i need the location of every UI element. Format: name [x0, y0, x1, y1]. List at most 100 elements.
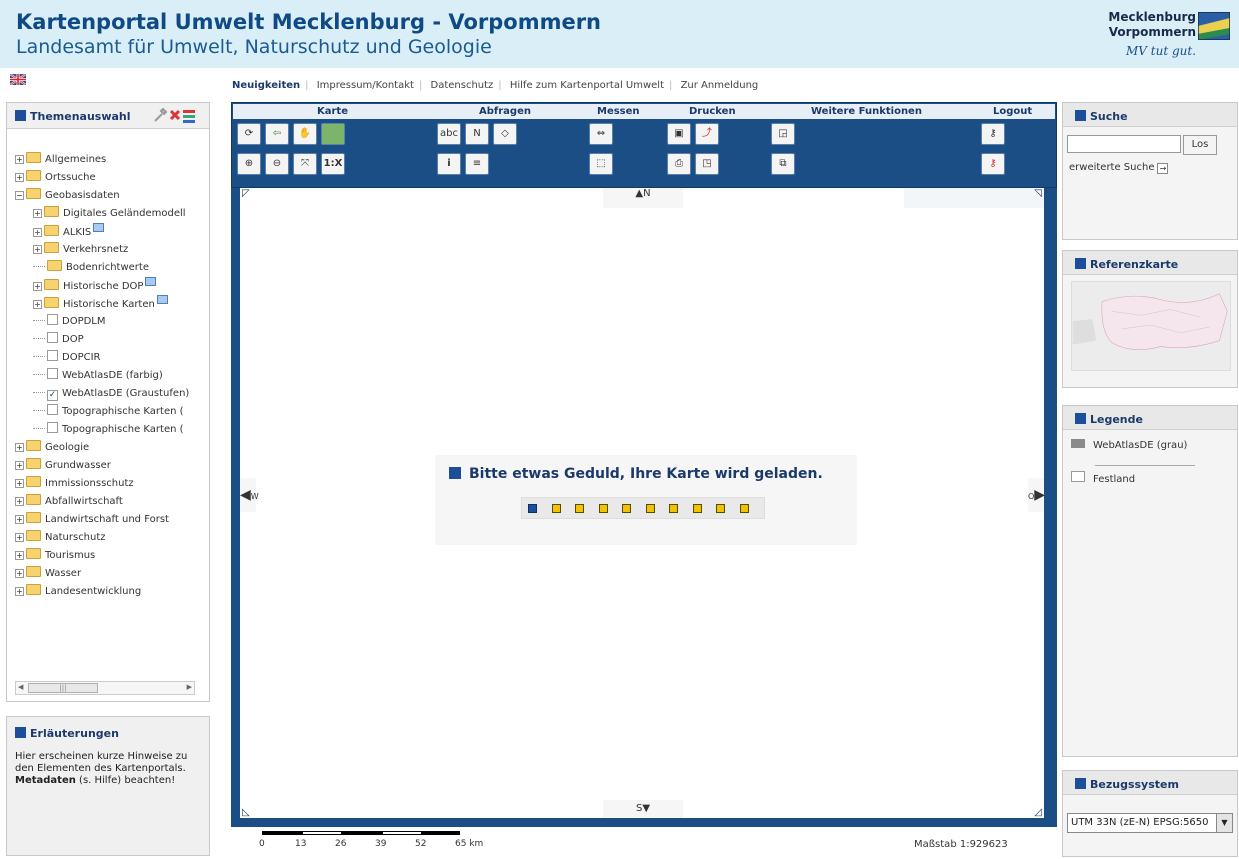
measure-distance-icon[interactable]: ⇔	[589, 123, 613, 145]
tree-item[interactable]: + Immissionsschutz	[15, 475, 211, 493]
zoom-out-icon[interactable]: ⊖	[265, 153, 289, 175]
external-link-icon[interactable]	[156, 295, 168, 304]
tree-item[interactable]: − Geobasisdaten	[15, 187, 211, 205]
layer-checkbox[interactable]: ✓	[47, 390, 58, 401]
search-input[interactable]	[1067, 135, 1181, 153]
layer-checkbox[interactable]	[47, 314, 58, 325]
tree-item[interactable]: + Abfallwirtschaft	[15, 493, 211, 511]
external-link-icon[interactable]	[93, 223, 105, 232]
expand-toggle-icon[interactable]: +	[15, 587, 24, 596]
tree-item[interactable]: + Ortssuche	[15, 169, 211, 187]
search-button[interactable]: Los	[1183, 135, 1217, 155]
expand-toggle-icon[interactable]: +	[15, 479, 24, 488]
corner-se-icon[interactable]: ◿	[1034, 807, 1042, 818]
coordinate-system-select[interactable]: UTM 33N (zE-N) EPSG:5650 ▼	[1067, 813, 1233, 833]
tree-item[interactable]: + Tourismus	[15, 547, 211, 565]
reference-map[interactable]	[1071, 281, 1231, 371]
measure-area-icon[interactable]: ⬚	[589, 153, 613, 175]
tree-item[interactable]: + Landwirtschaft und Forst	[15, 511, 211, 529]
layer-checkbox[interactable]	[47, 368, 58, 379]
layer-checkbox[interactable]	[47, 404, 58, 415]
layer-checkbox[interactable]	[47, 350, 58, 361]
delete-x-icon[interactable]	[169, 109, 181, 121]
expand-toggle-icon[interactable]: +	[15, 497, 24, 506]
print-area-icon[interactable]: ◳	[695, 153, 719, 175]
expand-toggle-icon[interactable]: +	[15, 461, 24, 470]
overview-map-icon[interactable]: ◲	[771, 123, 795, 145]
themes-horizontal-scrollbar[interactable]: ◀ ||| ▶	[15, 681, 195, 695]
back-arrow-icon[interactable]: ⇦	[265, 123, 289, 145]
text-query-icon[interactable]: abc	[437, 123, 461, 145]
tree-item[interactable]: ✓ WebAtlasDE (Graustufen)	[15, 385, 211, 403]
expand-toggle-icon[interactable]: +	[15, 155, 24, 164]
external-link-icon[interactable]	[145, 277, 157, 286]
sort-layers-icon[interactable]	[183, 110, 195, 123]
select-polygon-icon[interactable]: ◇	[493, 123, 517, 145]
print-icon[interactable]: ⎙	[667, 153, 691, 175]
expand-toggle-icon[interactable]: +	[33, 300, 42, 309]
info-icon[interactable]: i	[437, 153, 461, 175]
tree-item[interactable]: + Verkehrsnetz	[15, 241, 211, 259]
expand-toggle-icon[interactable]: +	[15, 173, 24, 182]
corner-sw-icon[interactable]: ◺	[242, 807, 250, 818]
pan-north-button[interactable]: ▲N	[603, 188, 683, 208]
scroll-right-icon[interactable]: ▶	[187, 683, 192, 691]
tree-item[interactable]: + Grundwasser	[15, 457, 211, 475]
tree-item[interactable]: DOPDLM	[15, 313, 211, 331]
tree-item[interactable]: + Wasser	[15, 565, 211, 583]
expand-toggle-icon[interactable]: +	[33, 209, 42, 218]
expand-toggle-icon[interactable]: +	[15, 569, 24, 578]
expand-toggle-icon[interactable]: +	[15, 515, 24, 524]
tree-item[interactable]: + Landesentwicklung	[15, 583, 211, 601]
logout-key-icon[interactable]: ⚷	[981, 153, 1005, 175]
save-disk-icon[interactable]: ▣	[667, 123, 691, 145]
full-extent-map-icon[interactable]	[321, 123, 345, 145]
select-n-icon[interactable]: N	[465, 123, 489, 145]
refresh-icon[interactable]: ⟳	[237, 123, 261, 145]
zoom-extent-icon[interactable]: ⤧	[293, 153, 317, 175]
mv-logo[interactable]: Mecklenburg Vorpommern MV tut gut.	[1100, 8, 1232, 64]
new-window-icon[interactable]: ⧉	[771, 153, 795, 175]
expand-toggle-icon[interactable]: +	[15, 443, 24, 452]
scroll-left-icon[interactable]: ◀	[18, 683, 23, 691]
scale-button[interactable]: 1:X	[321, 153, 345, 175]
english-language-flag-icon[interactable]	[10, 74, 26, 85]
corner-nw-icon[interactable]: ◸	[242, 188, 250, 199]
tree-item[interactable]: + Allgemeines	[15, 151, 211, 169]
tree-item[interactable]: Bodenrichtwerte	[15, 259, 211, 277]
nav-hilfe[interactable]: Hilfe zum Kartenportal Umwelt	[510, 80, 664, 91]
nav-impressum[interactable]: Impressum/Kontakt	[317, 80, 414, 91]
tree-item[interactable]: + Naturschutz	[15, 529, 211, 547]
tree-item[interactable]: + Historische Karten	[15, 295, 211, 313]
scrollbar-thumb[interactable]: |||	[28, 683, 98, 693]
expand-toggle-icon[interactable]: +	[33, 228, 42, 237]
advanced-search-link[interactable]: erweiterte Suche →	[1069, 162, 1169, 174]
tree-item[interactable]: Topographische Karten (	[15, 421, 211, 439]
list-icon[interactable]: ≡	[465, 153, 489, 175]
expand-toggle-icon[interactable]: +	[33, 282, 42, 291]
tree-item[interactable]: WebAtlasDE (farbig)	[15, 367, 211, 385]
tree-item[interactable]: + ALKIS	[15, 223, 211, 241]
tree-item[interactable]: DOPCIR	[15, 349, 211, 367]
layer-checkbox[interactable]	[47, 422, 58, 433]
expand-toggle-icon[interactable]: +	[15, 551, 24, 560]
corner-ne-icon[interactable]: ◹	[1034, 188, 1042, 199]
tree-item[interactable]: Topographische Karten (	[15, 403, 211, 421]
nav-neuigkeiten[interactable]: Neuigkeiten	[232, 80, 300, 91]
nav-datenschutz[interactable]: Datenschutz	[431, 80, 494, 91]
expand-toggle-icon[interactable]: +	[15, 533, 24, 542]
tree-item[interactable]: DOP	[15, 331, 211, 349]
expand-toggle-icon[interactable]: −	[15, 191, 24, 200]
wrench-icon[interactable]	[154, 107, 168, 122]
pan-hand-icon[interactable]: ✋	[293, 123, 317, 145]
zoom-in-icon[interactable]: ⊕	[237, 153, 261, 175]
pan-west-button[interactable]: ◀W	[240, 478, 259, 512]
layer-checkbox[interactable]	[47, 332, 58, 343]
pan-south-button[interactable]: S▼	[603, 800, 683, 818]
tree-item[interactable]: + Digitales Geländemodell	[15, 205, 211, 223]
expand-toggle-icon[interactable]: +	[33, 245, 42, 254]
map-canvas[interactable]: ◸ ◹ ◺ ◿ ▲N S▼ ◀W O▶ Bitte etwas Geduld, …	[240, 188, 1045, 818]
tree-item[interactable]: + Geologie	[15, 439, 211, 457]
pdf-icon[interactable]: ⤴	[695, 123, 719, 145]
key-icon[interactable]: ⚷	[981, 123, 1005, 145]
